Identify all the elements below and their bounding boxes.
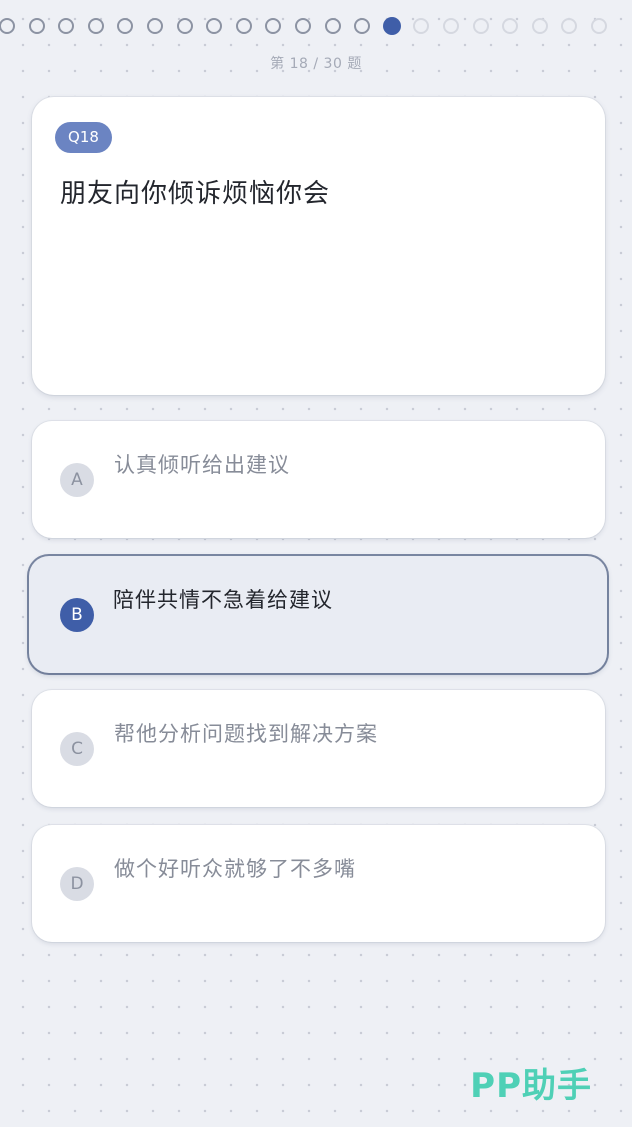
progress-dots <box>0 17 632 40</box>
question-number-badge: Q18 <box>55 122 112 153</box>
progress-dot-todo <box>561 18 578 34</box>
progress-dot-done <box>117 18 134 34</box>
option-b[interactable]: B 陪伴共情不急着给建议 <box>29 556 607 673</box>
progress-dot-done <box>176 18 193 34</box>
option-label: 认真倾听给出建议 <box>114 453 290 477</box>
question-card: Q18 朋友向你倾诉烦恼你会 <box>32 97 605 395</box>
option-label: 帮他分析问题找到解决方案 <box>114 722 378 746</box>
watermark-logo: PP助手 <box>470 1066 592 1106</box>
progress-dot-done <box>206 18 223 34</box>
progress-dot-current <box>382 17 401 35</box>
progress-dot-done <box>295 18 311 34</box>
progress-dot-done <box>354 18 371 34</box>
progress-dot-done <box>324 18 341 34</box>
option-label: 陪伴共情不急着给建议 <box>113 588 333 612</box>
progress-dot-done <box>58 18 75 34</box>
option-label: 做个好听众就够了不多嘴 <box>114 857 356 881</box>
option-letter: B <box>60 598 94 632</box>
progress-dot-done <box>235 18 252 34</box>
progress-dot-done <box>265 18 282 34</box>
progress-dot-todo <box>591 18 607 34</box>
progress-dot-todo <box>413 18 430 34</box>
progress-dot-todo <box>472 18 489 34</box>
option-a[interactable]: A 认真倾听给出建议 <box>32 421 605 538</box>
question-text: 朋友向你倾诉烦恼你会 <box>60 179 331 209</box>
progress-dot-todo <box>502 18 519 34</box>
progress-dot-done <box>147 18 163 34</box>
progress-dot-todo <box>443 18 459 34</box>
option-letter: D <box>60 867 94 901</box>
progress-label: 第 18 / 30 题 <box>270 56 362 72</box>
option-d[interactable]: D 做个好听众就够了不多嘴 <box>32 825 605 942</box>
option-letter: C <box>60 732 94 766</box>
progress-dot-done <box>28 18 45 34</box>
option-c[interactable]: C 帮他分析问题找到解决方案 <box>32 690 605 807</box>
option-letter: A <box>60 463 94 497</box>
progress-dot-done <box>87 18 104 34</box>
progress-dot-todo <box>531 18 548 34</box>
progress-dot-done <box>0 18 15 34</box>
